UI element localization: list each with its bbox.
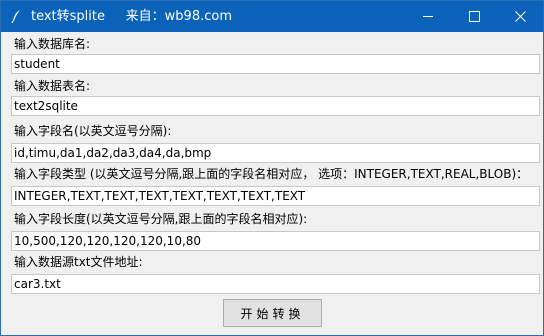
minimize-icon [423, 16, 433, 17]
app-window: text转splite 来自：wb98.com 输入数据库名: 输入数据表名: … [0, 0, 544, 336]
close-icon [515, 11, 526, 22]
window-title: text转splite 来自：wb98.com [31, 9, 232, 24]
field-names-input[interactable] [11, 143, 540, 163]
field-types-input[interactable] [11, 186, 540, 206]
source-file-input[interactable] [11, 274, 540, 294]
start-convert-button[interactable]: 开始转换 [223, 299, 322, 327]
maximize-icon [469, 11, 480, 22]
minimize-button[interactable] [405, 1, 451, 32]
close-button[interactable] [497, 1, 543, 32]
source-file-label: 输入数据源txt文件地址: [14, 255, 143, 269]
field-names-label: 输入字段名(以英文逗号分隔): [14, 124, 172, 138]
table-name-label: 输入数据表名: [14, 79, 91, 93]
field-lengths-input[interactable] [11, 231, 540, 251]
title-bar[interactable]: text转splite 来自：wb98.com [1, 1, 543, 32]
maximize-button[interactable] [451, 1, 497, 32]
form-area: 输入数据库名: 输入数据表名: 输入字段名(以英文逗号分隔): 输入字段类型 (… [1, 32, 543, 335]
database-name-input[interactable] [11, 54, 540, 74]
field-lengths-label: 输入字段长度(以英文逗号分隔,跟上面的字段名相对应): [14, 212, 308, 226]
table-name-input[interactable] [11, 96, 540, 116]
feather-icon [8, 8, 24, 24]
field-types-label: 输入字段类型 (以英文逗号分隔,跟上面的字段名相对应， 选项：INTEGER,T… [14, 167, 529, 181]
database-name-label: 输入数据库名: [14, 37, 91, 51]
